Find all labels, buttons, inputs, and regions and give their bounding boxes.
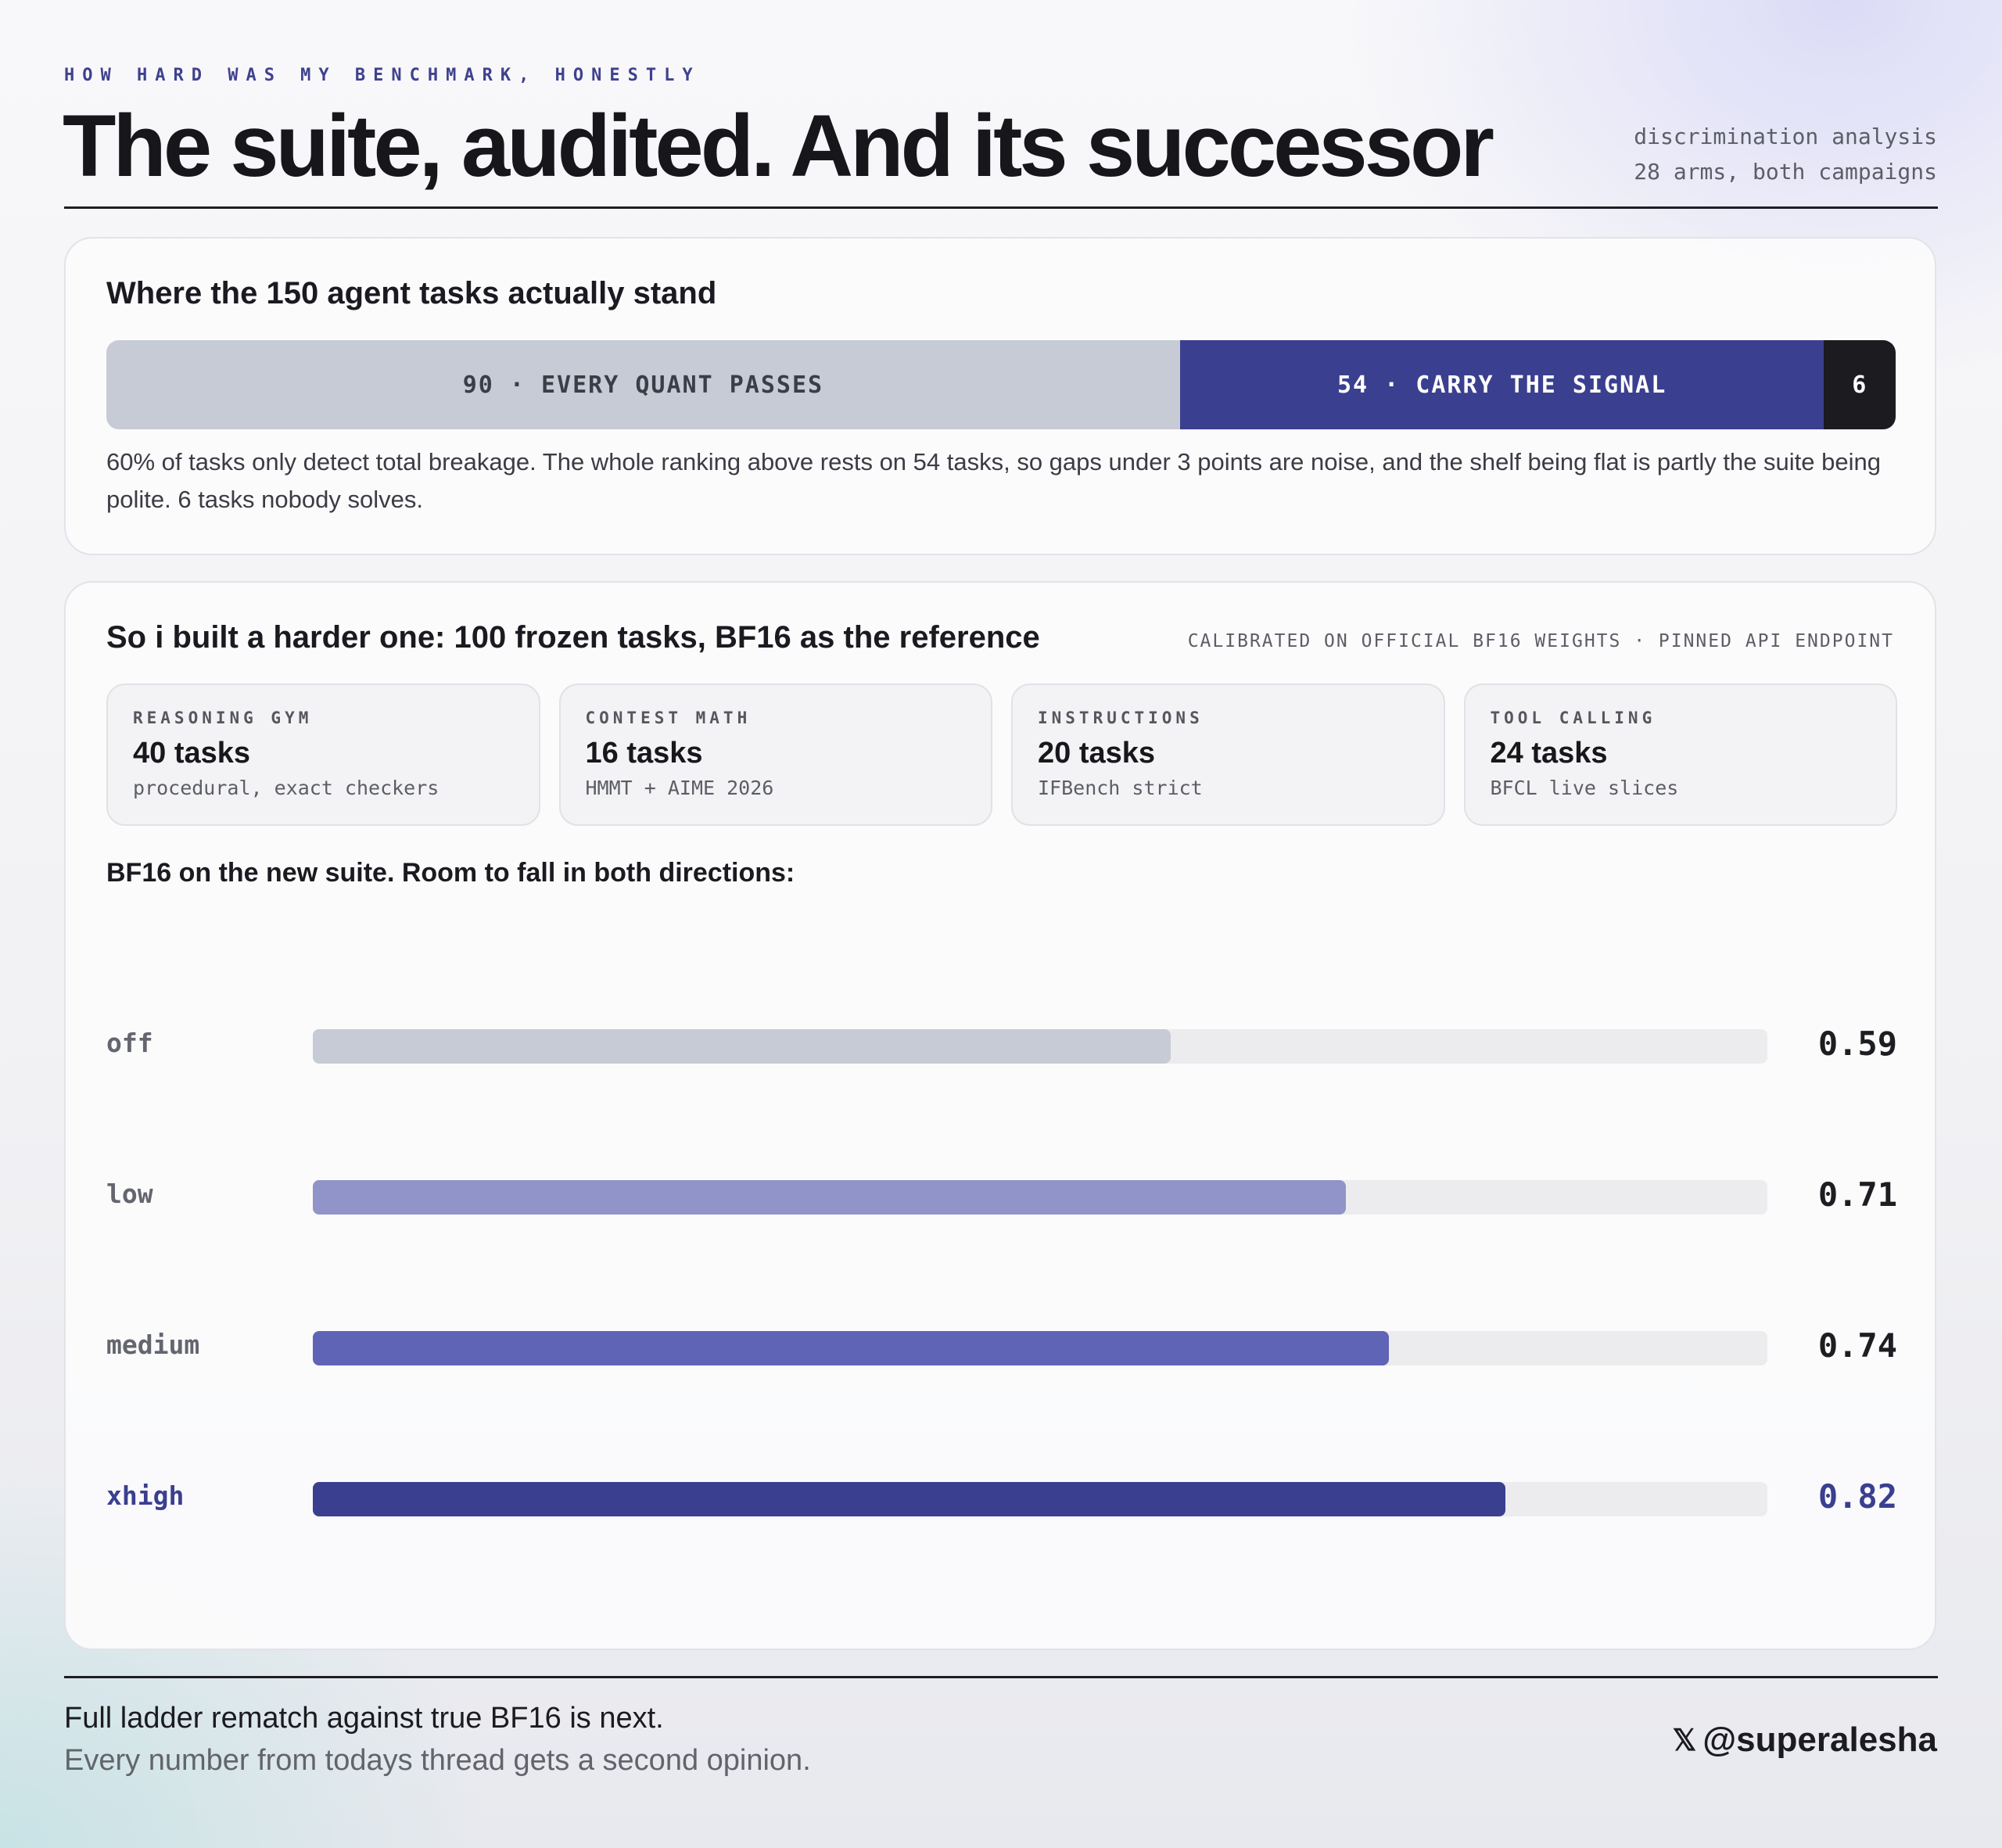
bar-value: 0.59 bbox=[1817, 1024, 1897, 1063]
bar-row-medium: medium 0.74 bbox=[106, 1325, 1897, 1372]
segment-carry-the-signal: 54 · CARRY THE SIGNAL bbox=[1179, 340, 1824, 429]
header-divider bbox=[64, 206, 1938, 209]
bar-fill bbox=[313, 1029, 1171, 1064]
meta-line-1: discrimination analysis bbox=[1634, 124, 1937, 149]
tile-sub: procedural, exact checkers bbox=[133, 777, 440, 799]
tile-label: REASONING GYM bbox=[133, 709, 313, 727]
bar-label: xhigh bbox=[106, 1480, 185, 1511]
tile-sub: HMMT + AIME 2026 bbox=[585, 777, 774, 799]
footer-line-1: Full ladder rematch against true BF16 is… bbox=[64, 1702, 664, 1735]
bar-label: low bbox=[106, 1179, 153, 1209]
tile-reasoning-gym: REASONING GYM 40 tasks procedural, exact… bbox=[106, 684, 540, 826]
successor-card: So i built a harder one: 100 frozen task… bbox=[64, 581, 1936, 1650]
bar-row-xhigh: xhigh 0.82 bbox=[106, 1476, 1897, 1523]
header-meta: discrimination analysis 28 arms, both ca… bbox=[1634, 119, 1937, 189]
tile-sub: IFBench strict bbox=[1038, 777, 1203, 799]
tile-label: TOOL CALLING bbox=[1490, 709, 1656, 727]
bar-row-off: off 0.59 bbox=[106, 1023, 1897, 1070]
tile-count: 20 tasks bbox=[1038, 737, 1156, 770]
bar-track bbox=[313, 1482, 1767, 1516]
bar-fill bbox=[313, 1331, 1390, 1365]
calibration-caption: CALIBRATED ON OFFICIAL BF16 WEIGHTS · PI… bbox=[1187, 631, 1894, 651]
tile-count: 16 tasks bbox=[585, 737, 703, 770]
audit-note: 60% of tasks only detect total breakage.… bbox=[106, 448, 1881, 513]
audit-card: Where the 150 agent tasks actually stand… bbox=[64, 237, 1936, 555]
bar-track bbox=[313, 1180, 1767, 1215]
tile-label: CONTEST MATH bbox=[585, 709, 752, 727]
tile-instructions: INSTRUCTIONS 20 tasks IFBench strict bbox=[1011, 684, 1445, 826]
bar-value: 0.71 bbox=[1817, 1175, 1897, 1214]
bar-fill bbox=[313, 1180, 1346, 1215]
bar-fill bbox=[313, 1482, 1506, 1516]
bar-value: 0.74 bbox=[1817, 1326, 1897, 1365]
category-tiles: REASONING GYM 40 tasks procedural, exact… bbox=[106, 684, 1897, 826]
bar-row-low: low 0.71 bbox=[106, 1174, 1897, 1221]
page-title: The suite, audited. And its successor bbox=[63, 97, 1494, 195]
segment-unsolved: 6 bbox=[1824, 340, 1896, 429]
tile-label: INSTRUCTIONS bbox=[1038, 709, 1204, 727]
footer-line-2: Every number from todays thread gets a s… bbox=[64, 1744, 811, 1777]
bar-value: 0.82 bbox=[1817, 1477, 1897, 1516]
bar-label: medium bbox=[106, 1329, 200, 1360]
tile-count: 40 tasks bbox=[133, 737, 251, 770]
bar-track bbox=[313, 1331, 1767, 1365]
task-breakdown-bar: 90 · EVERY QUANT PASSES 54 · CARRY THE SI… bbox=[106, 340, 1896, 429]
footer-divider bbox=[64, 1676, 1938, 1678]
x-logo-icon: 𝕏 bbox=[1672, 1724, 1697, 1757]
chart-subhead: BF16 on the new suite. Room to fall in b… bbox=[106, 858, 795, 888]
tile-contest-math: CONTEST MATH 16 tasks HMMT + AIME 2026 bbox=[558, 684, 992, 826]
meta-line-2: 28 arms, both campaigns bbox=[1634, 159, 1937, 185]
tile-sub: BFCL live slices bbox=[1490, 777, 1679, 799]
segment-every-quant-passes: 90 · EVERY QUANT PASSES bbox=[106, 340, 1180, 429]
eyebrow: HOW HARD WAS MY BENCHMARK, HONESTLY bbox=[64, 66, 701, 85]
author-handle[interactable]: 𝕏 @superalesha bbox=[1673, 1721, 1937, 1760]
bar-label: off bbox=[106, 1028, 153, 1058]
handle-text: @superalesha bbox=[1702, 1721, 1937, 1759]
successor-title: So i built a harder one: 100 frozen task… bbox=[106, 620, 1040, 655]
bar-track bbox=[313, 1029, 1767, 1064]
tile-tool-calling: TOOL CALLING 24 tasks BFCL live slices bbox=[1463, 684, 1897, 826]
tile-count: 24 tasks bbox=[1490, 737, 1608, 770]
audit-title: Where the 150 agent tasks actually stand bbox=[106, 276, 717, 310]
